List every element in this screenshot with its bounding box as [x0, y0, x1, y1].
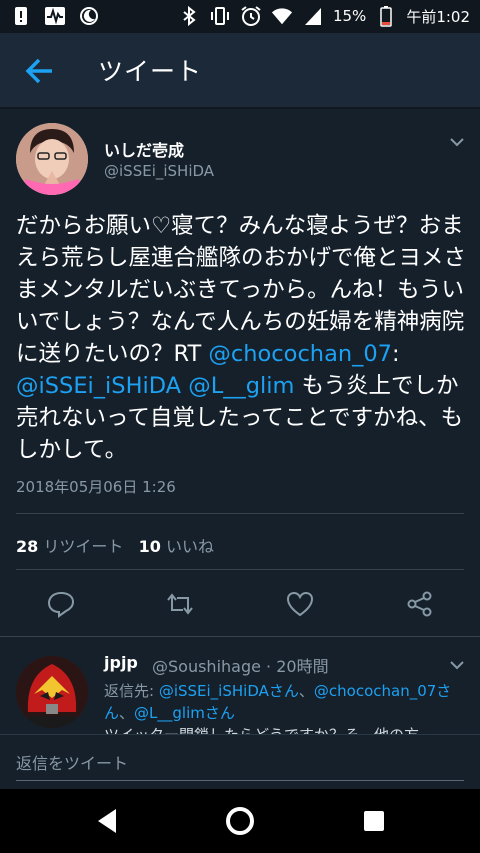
retweet-icon[interactable]: [165, 590, 195, 618]
reply-icon[interactable]: [46, 590, 76, 618]
alert-icon: [10, 5, 32, 27]
divider: [16, 569, 464, 570]
back-arrow-icon[interactable]: [22, 53, 58, 89]
user-handle[interactable]: @iSSEi_iSHiDA: [104, 162, 214, 180]
tweet-text: だからお願い♡寝て？みんな寝ようぜ？おまえら荒らし屋連合艦隊のおかげで俺とヨメさ…: [16, 210, 468, 466]
engagement-counts: 28 リツイート 10 いいね: [16, 533, 214, 557]
app-bar: ツイート: [0, 33, 480, 107]
chevron-down-icon[interactable]: [448, 657, 466, 671]
like-label[interactable]: いいね: [166, 537, 214, 556]
mention-link[interactable]: @chocochan_07: [208, 341, 392, 367]
retweet-count[interactable]: 28: [16, 537, 38, 556]
mention-link[interactable]: @L__glimさん: [134, 704, 235, 722]
nav-back-icon[interactable]: [92, 805, 124, 837]
tweet-timestamp: 2018年05月06日 1:26: [16, 478, 176, 496]
navigation-bar: [0, 789, 480, 853]
tweet-text-colon: :: [392, 341, 407, 367]
reply-handle-time: @Soushihage · 20時間: [152, 657, 329, 676]
page-title: ツイート: [98, 57, 203, 86]
chevron-down-icon[interactable]: [448, 134, 466, 148]
mention-link[interactable]: @iSSEi_iSHiDA: [16, 373, 181, 399]
share-icon[interactable]: [405, 590, 435, 618]
like-count[interactable]: 10: [139, 537, 161, 556]
vibrate-icon: [209, 5, 231, 27]
reply-avatar[interactable]: [16, 656, 88, 728]
reply-input[interactable]: 返信をツイート: [16, 750, 128, 774]
clock: 午前1:02: [406, 7, 470, 26]
separator: 、: [298, 682, 314, 700]
alarm-icon: [240, 5, 262, 27]
bluetooth-icon: [178, 5, 200, 27]
input-underline: [16, 780, 464, 781]
like-heart-icon[interactable]: [285, 590, 315, 618]
replying-to: 返信先: @iSSEi_iSHiDAさん、@chocochan_07さん、@L_…: [104, 680, 468, 724]
battery-icon: [375, 5, 397, 27]
signal-icon: [302, 5, 324, 27]
activity-icon: [44, 5, 66, 27]
moon-icon: [78, 5, 100, 27]
separator: 、: [119, 704, 135, 722]
divider: [0, 107, 480, 109]
display-name[interactable]: いしだ壱成: [104, 137, 184, 161]
mention-link[interactable]: @iSSEi_iSHiDAさん: [159, 682, 299, 700]
retweet-label[interactable]: リツイート: [43, 537, 123, 556]
battery-percent: 15%: [332, 7, 367, 25]
reply-display-name[interactable]: jpjp: [104, 653, 138, 672]
replying-to-label: 返信先:: [104, 682, 159, 700]
avatar[interactable]: [16, 123, 88, 195]
divider: [0, 636, 480, 637]
status-bar: 15% 午前1:02: [0, 0, 480, 33]
nav-recents-icon[interactable]: [358, 805, 390, 837]
mention-link[interactable]: @L__glim: [188, 373, 294, 399]
divider: [16, 513, 464, 514]
nav-home-icon[interactable]: [224, 805, 256, 837]
wifi-icon: [271, 5, 293, 27]
